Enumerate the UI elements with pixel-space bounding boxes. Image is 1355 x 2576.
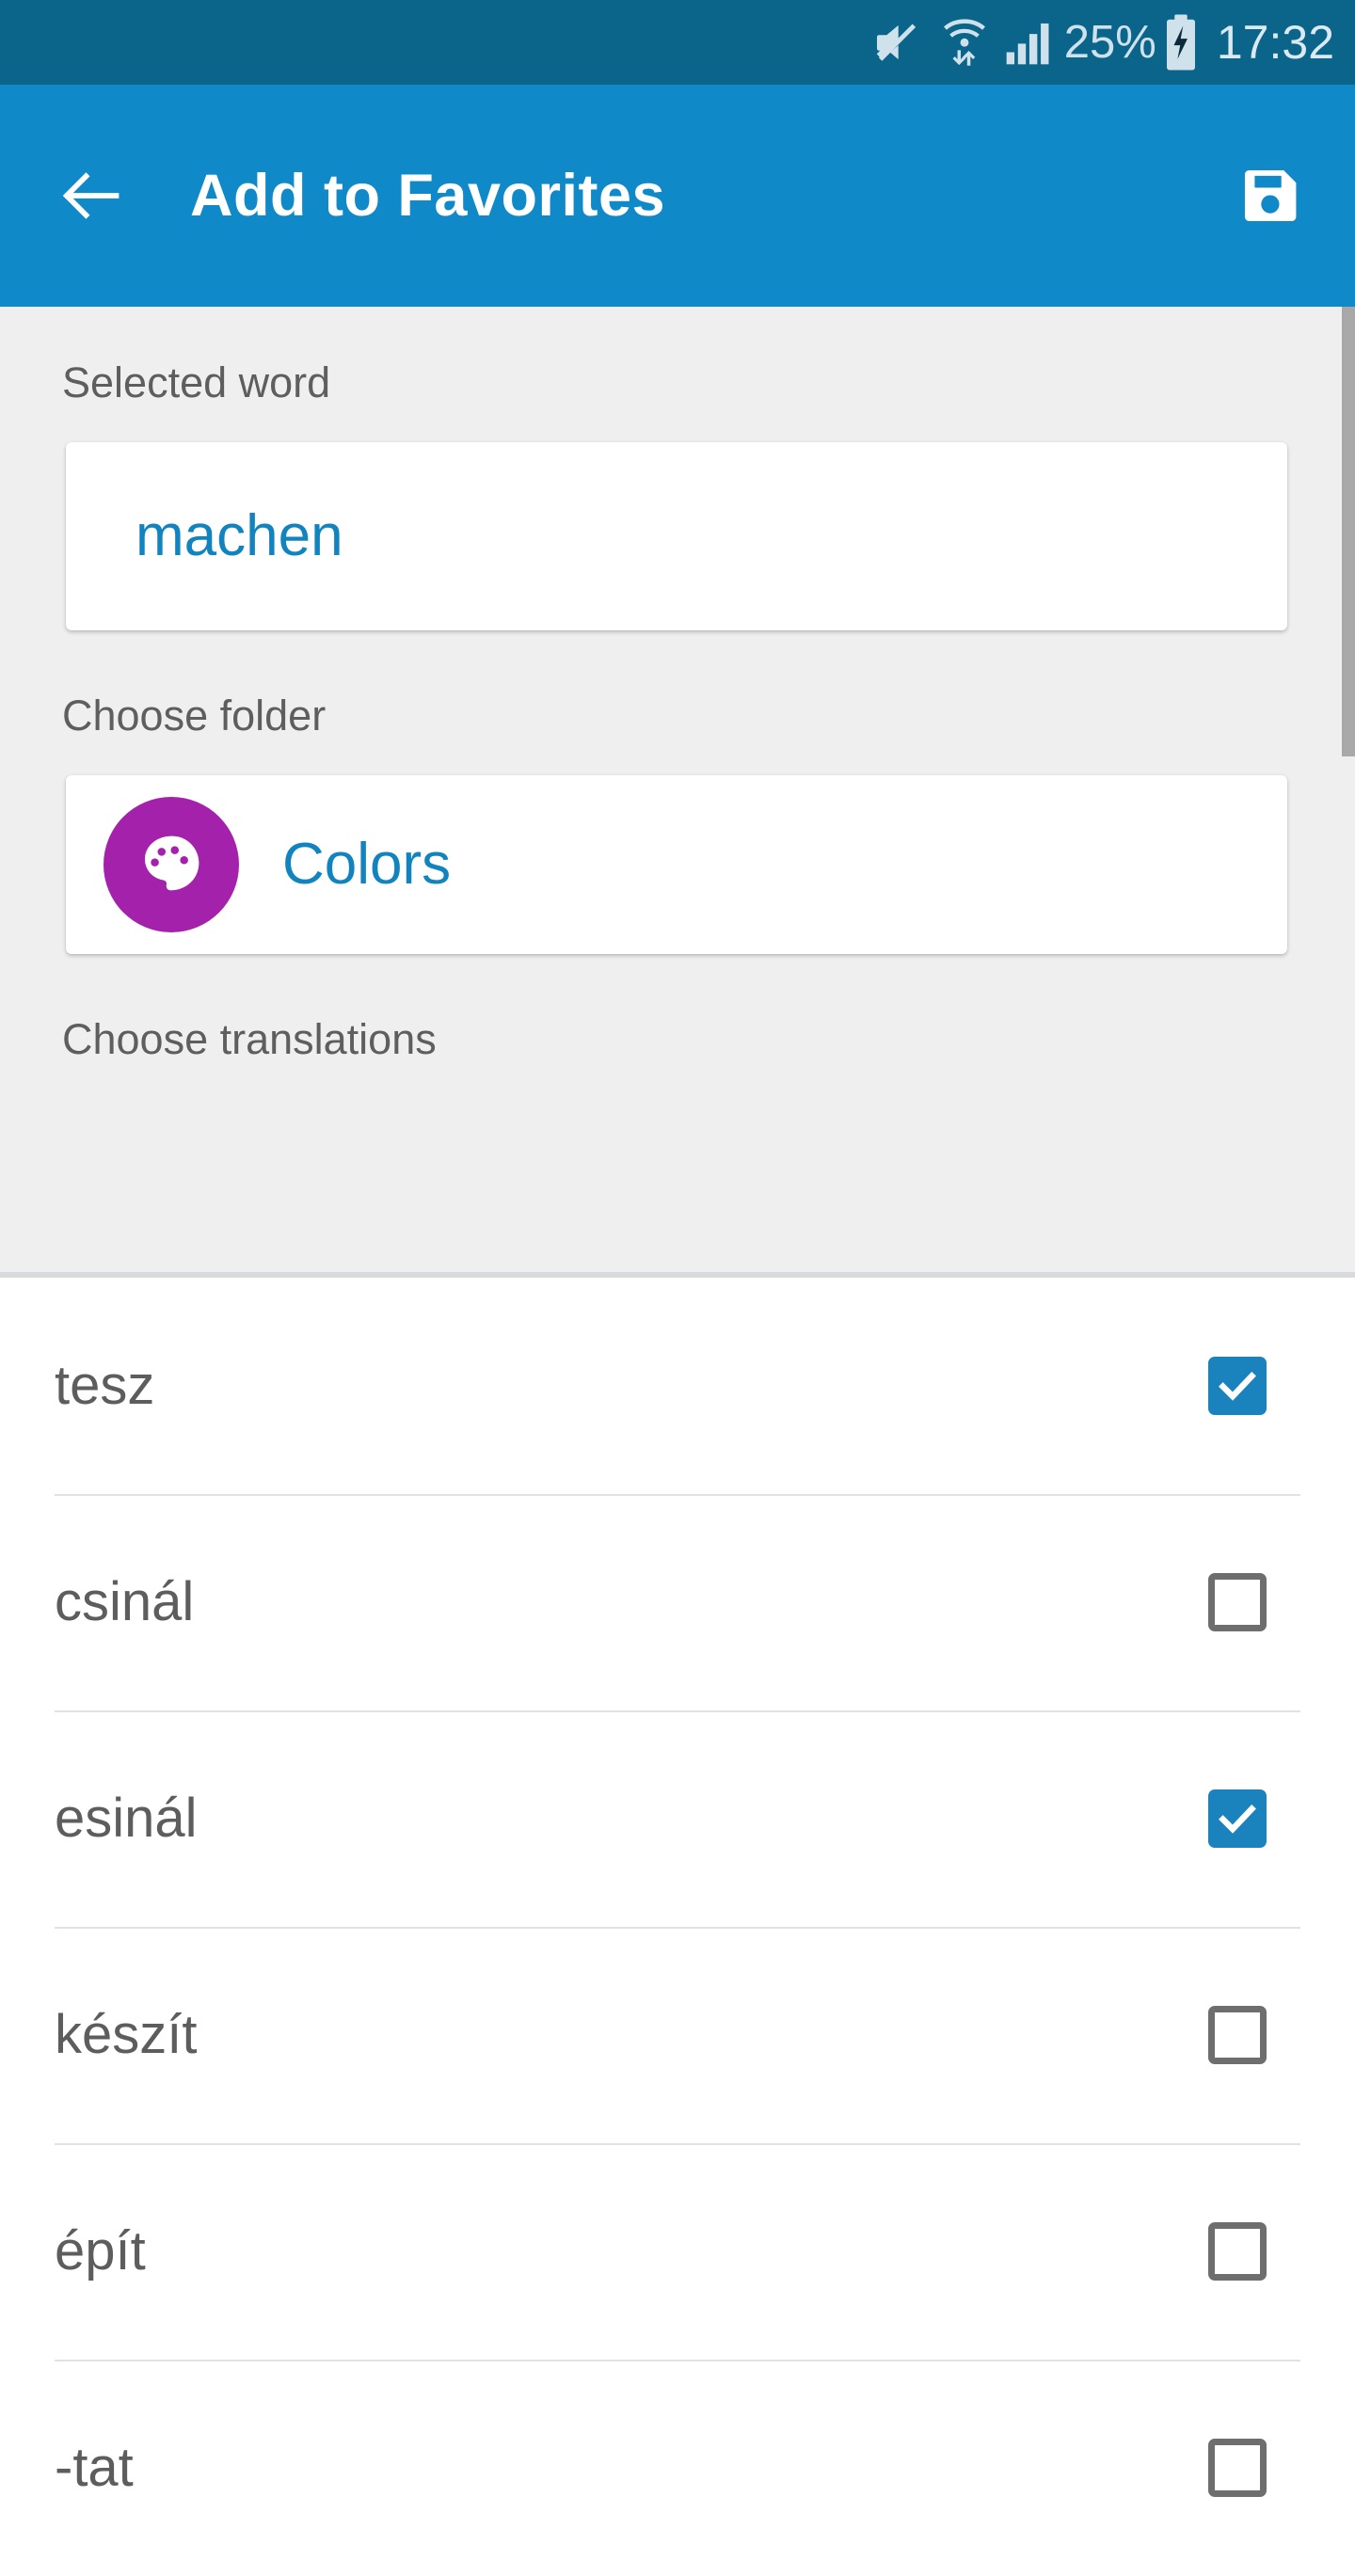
translation-label: tesz [55,1355,155,1416]
translations-list: tesz csinál esinál készít épít -tat [0,1278,1355,2576]
scrollbar-thumb[interactable] [1342,307,1355,756]
check-icon [1219,1805,1256,1834]
list-item[interactable]: készít [0,1927,1355,2143]
choose-folder-field[interactable]: Colors [66,775,1287,954]
wifi-icon [938,13,991,72]
palette-icon [104,797,239,932]
choose-translations-label: Choose translations [62,1015,437,1063]
translation-label: készít [55,2004,198,2065]
translation-label: csinál [55,1571,195,1632]
battery-percent: 25% [1063,16,1156,68]
list-item[interactable]: -tat [0,2360,1355,2576]
translation-label: esinál [55,1788,198,1849]
signal-icon [1002,13,1055,72]
form-section: Selected word machen Choose folder Color… [0,307,1355,1278]
status-clock: 17:32 [1216,16,1334,69]
list-item[interactable]: épít [0,2143,1355,2360]
selected-word-value[interactable]: machen [66,507,343,565]
choose-folder-value: Colors [282,832,452,897]
check-icon [1219,1372,1256,1401]
checkbox-unchecked[interactable] [1208,1573,1267,1631]
checkbox-checked[interactable] [1208,1357,1267,1415]
checkbox-unchecked[interactable] [1208,2439,1267,2497]
save-floppy-icon[interactable] [1240,165,1302,227]
mute-icon [870,13,929,72]
selected-word-field[interactable]: machen [66,442,1287,630]
app-bar: Add to Favorites [0,85,1355,307]
list-item[interactable]: tesz [0,1278,1355,1494]
selected-word-label: Selected word [62,358,331,406]
arrow-left-icon[interactable] [56,161,126,231]
choose-folder-label: Choose folder [62,692,327,739]
battery-charging-icon [1160,13,1202,72]
list-item[interactable]: csinál [0,1494,1355,1710]
checkbox-unchecked[interactable] [1208,2222,1267,2281]
list-item[interactable]: esinál [0,1710,1355,1927]
checkbox-unchecked[interactable] [1208,2006,1267,2064]
page-title: Add to Favorites [190,163,666,229]
status-bar: 25% 17:32 [0,0,1355,85]
translation-label: -tat [55,2437,134,2498]
translation-label: épít [55,2220,146,2282]
checkbox-checked[interactable] [1208,1789,1267,1848]
